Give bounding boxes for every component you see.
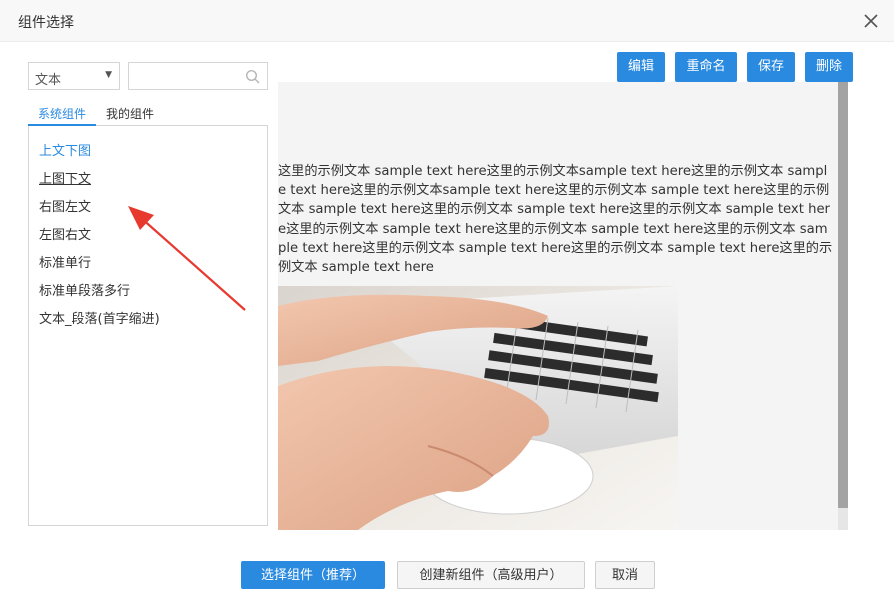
list-item[interactable]: 右图左文	[39, 196, 91, 215]
list-item[interactable]: 上图下文	[39, 168, 91, 187]
preview-scrollbar-thumb[interactable]	[838, 82, 848, 508]
annotation-arrow-icon	[128, 206, 246, 311]
preview-text: 这里的示例文本 sample text here这里的示例文本sample te…	[278, 164, 833, 276]
search-box	[128, 62, 268, 90]
edit-button[interactable]: 编辑	[617, 52, 665, 82]
list-item[interactable]: 左图右文	[39, 224, 91, 243]
component-list: 上文下图 上图下文 右图左文 左图右文 标准单行 标准单段落多行 文本_段落(首…	[28, 126, 268, 526]
component-tabs: 系统组件 我的组件	[27, 100, 268, 126]
component-type-select[interactable]: 文本 ▼	[28, 62, 120, 90]
component-type-value: 文本	[35, 73, 62, 88]
tab-my-components[interactable]: 我的组件	[106, 105, 154, 122]
dialog-title: 组件选择	[18, 15, 74, 31]
dialog-header: 组件选择	[0, 0, 894, 42]
cancel-button[interactable]: 取消	[595, 561, 655, 589]
component-preview: 这里的示例文本 sample text here这里的示例文本sample te…	[278, 82, 848, 530]
search-icon[interactable]	[245, 69, 261, 85]
create-component-button[interactable]: 创建新组件（高级用户）	[397, 561, 585, 589]
search-input[interactable]	[133, 66, 241, 86]
chevron-down-icon: ▼	[105, 70, 112, 80]
select-component-button[interactable]: 选择组件（推荐）	[241, 561, 385, 589]
tab-system-components[interactable]: 系统组件	[27, 105, 97, 126]
delete-button[interactable]: 删除	[805, 52, 853, 82]
save-button[interactable]: 保存	[747, 52, 795, 82]
preview-image	[278, 286, 678, 530]
rename-button[interactable]: 重命名	[675, 52, 737, 82]
close-icon[interactable]	[862, 12, 880, 30]
list-item[interactable]: 上文下图	[39, 140, 91, 159]
list-item[interactable]: 标准单行	[39, 252, 91, 271]
